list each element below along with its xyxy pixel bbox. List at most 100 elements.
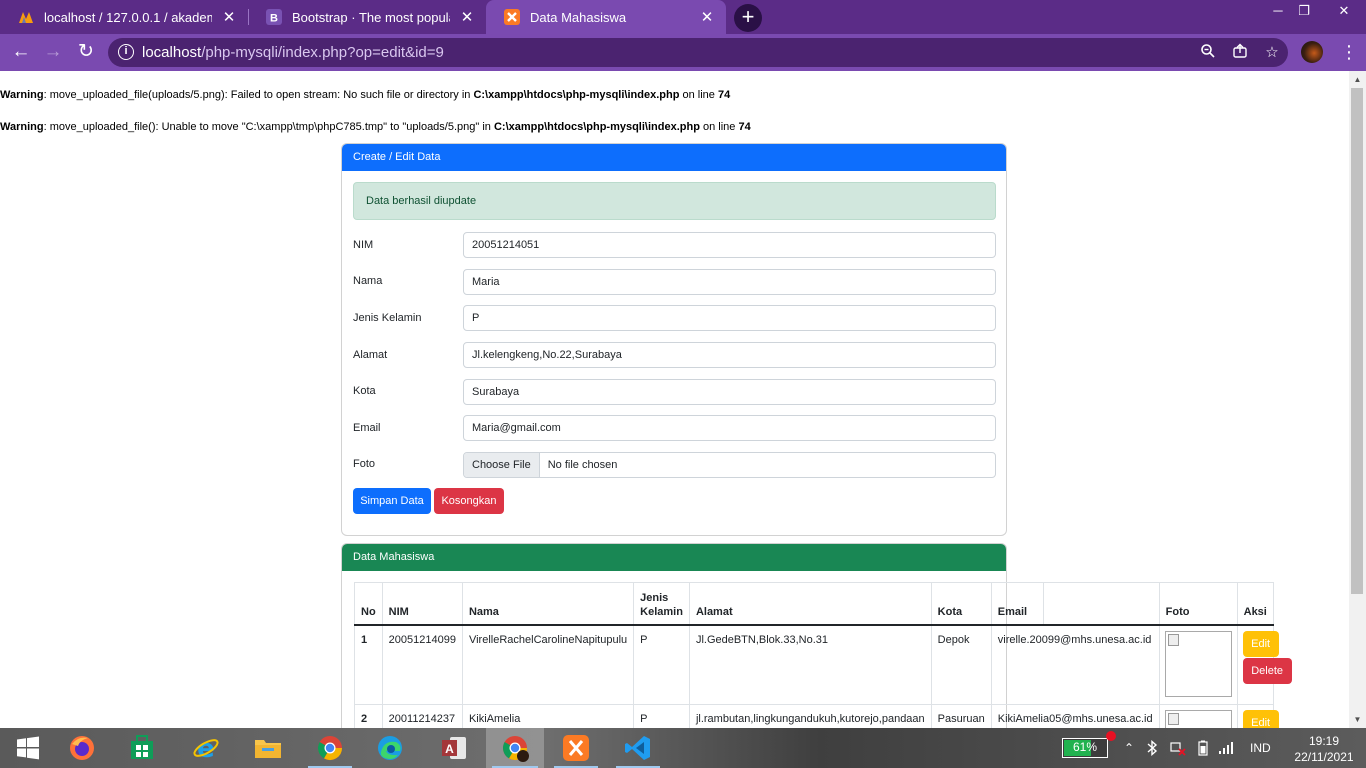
close-icon[interactable]: ✕ (220, 8, 238, 26)
kota-input[interactable] (463, 379, 996, 405)
chrome-icon[interactable] (302, 728, 358, 768)
window-close-icon[interactable]: ✕ (1326, 0, 1362, 24)
cell-no: 2 (354, 704, 383, 728)
warning-message: : move_uploaded_file(): Unable to move "… (43, 121, 494, 133)
address-bar[interactable]: i localhost/php-mysqli/index.php?op=edit… (108, 38, 1288, 67)
cell-foto (1158, 704, 1238, 728)
column-header-kota: Kota (930, 582, 992, 626)
windows-taskbar: e A 61% ⌃ IND (0, 728, 1366, 768)
xampp-icon (504, 9, 520, 25)
url-text[interactable]: localhost/php-mysqli/index.php?op=edit&i… (142, 44, 444, 61)
restore-icon[interactable]: ❐ (1290, 0, 1318, 24)
nama-input[interactable] (463, 269, 996, 295)
nim-label: NIM (353, 239, 374, 251)
column-header-text: Kelamin (640, 605, 683, 618)
success-alert: Data berhasil diupdate (353, 182, 996, 220)
signal-strength-icon[interactable] (1218, 728, 1236, 768)
svg-text:e: e (197, 734, 215, 762)
site-info-icon[interactable]: i (118, 44, 134, 60)
cell-alamat: Jl.GedeBTN,Blok.33,No.31 (688, 624, 932, 705)
card-header: Data Mahasiswa (342, 544, 1006, 571)
warning-message: : move_uploaded_file(uploads/5.png): Fai… (43, 89, 474, 101)
more-menu-icon[interactable]: ⋮ (1340, 41, 1358, 63)
table-row: 2 20011214237 KikiAmelia P jl.rambutan,l… (354, 704, 1279, 728)
file-explorer-icon[interactable] (240, 728, 296, 768)
edit-button[interactable]: Edit (1242, 630, 1279, 657)
table-row: 1 20051214099 VirelleRachelCarolineNapit… (354, 624, 1292, 705)
scroll-down-icon[interactable]: ▼ (1349, 711, 1366, 728)
share-icon[interactable] (1230, 43, 1250, 63)
close-icon[interactable]: ✕ (458, 8, 476, 26)
email-input[interactable] (463, 415, 996, 441)
show-hidden-icons-icon[interactable]: ⌃ (1124, 728, 1136, 768)
language-indicator[interactable]: IND (1250, 728, 1271, 768)
url-path: /php-mysqli/index.php?op=edit&id=9 (201, 44, 444, 61)
table-header-row: No NIM Nama Jenis Kelamin Alamat Kota Ema… (354, 582, 1274, 626)
tab-bootstrap[interactable]: B Bootstrap · The most popular HTML ✕ (248, 0, 486, 34)
column-header-jenis-kelamin: Jenis Kelamin (633, 582, 690, 626)
reload-icon[interactable]: ↻ (74, 40, 98, 64)
tab-title: Bootstrap · The most popular HTML (292, 9, 450, 25)
svg-text:A: A (445, 742, 454, 756)
zoom-icon[interactable] (1198, 43, 1218, 63)
data-mahasiswa-card: Data Mahasiswa No NIM Nama Jenis Kelamin … (341, 543, 1292, 728)
chrome-profile-icon[interactable] (486, 728, 544, 768)
cell-alamat: jl.rambutan,lingkungandukuh,kutorejo,pan… (688, 704, 932, 728)
back-arrow-icon[interactable]: ← (9, 40, 33, 64)
taskbar-clock[interactable]: 19:19 22/11/2021 (1290, 733, 1358, 765)
warning-line: 74 (717, 89, 731, 101)
forward-arrow-icon[interactable]: → (41, 40, 65, 64)
browser-tab-strip: localhost / 127.0.0.1 / akademik | ✕ B B… (0, 0, 1366, 34)
foto-file-input[interactable]: Choose File No file chosen (463, 452, 996, 478)
column-header-empty (1043, 582, 1160, 626)
page-scrollbar[interactable]: ▲ ▼ (1349, 71, 1366, 728)
internet-explorer-icon[interactable]: e (178, 728, 234, 768)
tab-phpmyadmin[interactable]: localhost / 127.0.0.1 / akademik | ✕ (0, 0, 248, 34)
new-tab-button[interactable]: + (734, 4, 762, 32)
column-header-aksi: Aksi (1236, 582, 1274, 626)
cell-jenis-kelamin: P (633, 624, 690, 705)
create-edit-card: Create / Edit Data Data berhasil diupdat… (341, 143, 1007, 536)
tab-data-mahasiswa[interactable]: Data Mahasiswa ✕ (486, 0, 726, 34)
alamat-label: Alamat (353, 349, 388, 361)
bootstrap-icon: B (266, 9, 282, 25)
cell-kota: Depok (930, 624, 992, 705)
choose-file-button[interactable]: Choose File (464, 453, 540, 477)
edit-button[interactable]: Edit (1242, 710, 1279, 728)
column-header-no: No (354, 582, 383, 626)
column-header-nim: NIM (381, 582, 463, 626)
scroll-up-icon[interactable]: ▲ (1349, 71, 1366, 88)
access-icon[interactable]: A (426, 728, 482, 768)
edge-icon[interactable] (362, 728, 418, 768)
cell-nim: 20051214099 (381, 624, 463, 705)
network-disconnected-icon[interactable] (1170, 728, 1188, 768)
scrollbar-thumb[interactable] (1351, 88, 1363, 594)
xampp-icon[interactable] (548, 728, 604, 768)
profile-avatar[interactable] (1301, 41, 1323, 63)
vscode-icon[interactable] (610, 728, 666, 768)
kosongkan-button[interactable]: Kosongkan (434, 488, 504, 514)
cell-no: 1 (354, 624, 383, 705)
battery-indicator[interactable]: 61% (1062, 738, 1108, 758)
bookmark-star-icon[interactable]: ☆ (1262, 43, 1282, 63)
cell-aksi: Edit Delete (1236, 704, 1279, 728)
alamat-input[interactable] (463, 342, 996, 368)
mahasiswa-table: No NIM Nama Jenis Kelamin Alamat Kota Ema… (354, 582, 1292, 728)
bluetooth-icon[interactable] (1146, 728, 1162, 768)
cell-kota: Pasuruan (930, 704, 992, 728)
firefox-icon[interactable] (54, 728, 110, 768)
microsoft-store-icon[interactable] (114, 728, 170, 768)
url-host: localhost (142, 44, 202, 61)
clock-time: 19:19 (1308, 734, 1340, 748)
jenis-kelamin-label: Jenis Kelamin (353, 312, 422, 324)
warning-on-line: on line (699, 121, 739, 133)
delete-button[interactable]: Delete (1242, 657, 1292, 684)
windows-start-icon[interactable] (0, 728, 56, 768)
simpan-data-button[interactable]: Simpan Data (353, 488, 431, 514)
minimize-icon[interactable]: ─ (1264, 0, 1292, 24)
jenis-kelamin-input[interactable] (463, 305, 996, 331)
close-icon[interactable]: ✕ (698, 8, 716, 26)
battery-tray-icon[interactable] (1198, 728, 1214, 768)
column-header-nama: Nama (461, 582, 635, 626)
nim-input[interactable] (463, 232, 996, 258)
